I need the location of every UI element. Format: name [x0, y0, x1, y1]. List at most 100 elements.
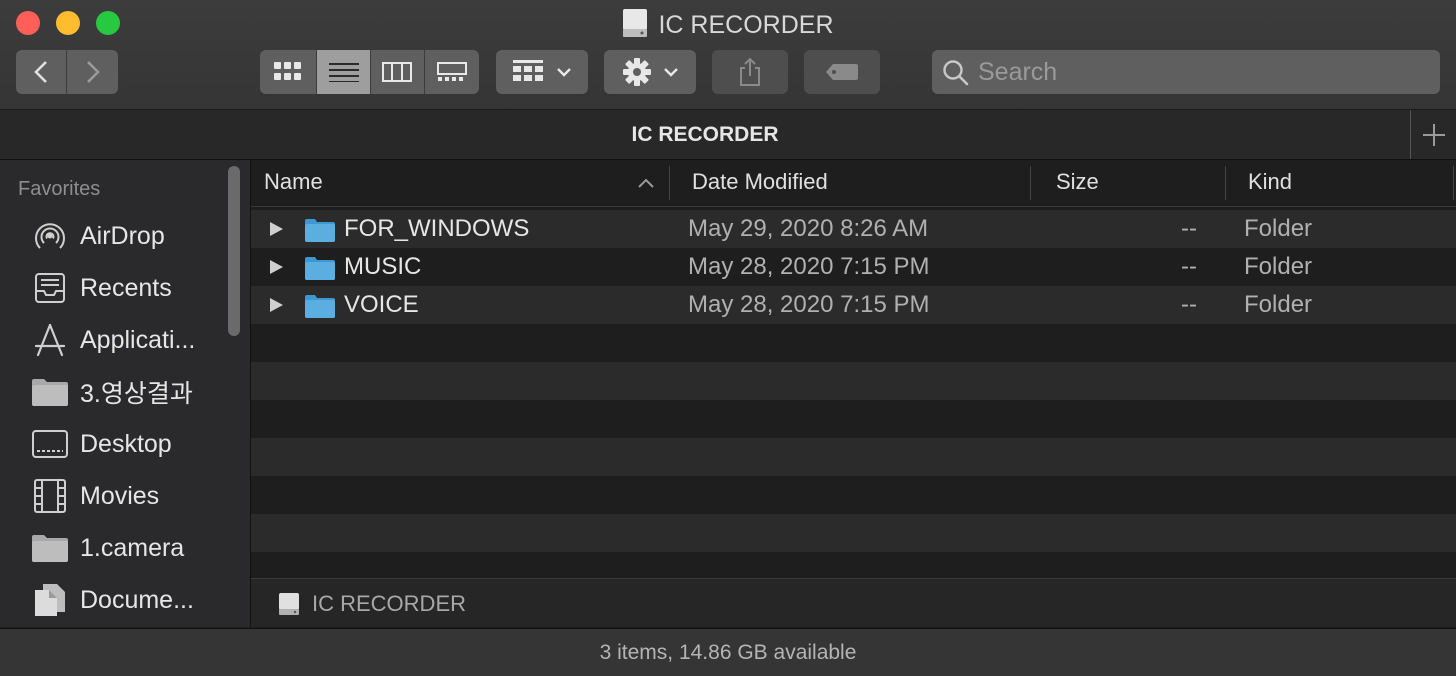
toolbar: IC RECORDER Search	[0, 0, 1456, 110]
movies-icon	[30, 476, 70, 516]
file-kind: Folder	[1244, 253, 1313, 280]
chevron-down-icon	[557, 68, 571, 77]
file-name: VOICE	[344, 291, 419, 318]
tag-button[interactable]	[804, 50, 880, 94]
sidebar-item-label: Recents	[80, 273, 172, 302]
table-row[interactable]: MUSIC May 28, 2020 7:15 PM -- Folder	[251, 248, 1456, 286]
empty-row	[251, 438, 1456, 476]
column-header-size[interactable]: Size	[1056, 160, 1099, 204]
file-size: --	[1181, 291, 1197, 318]
sidebar-item-label: Desktop	[80, 429, 172, 458]
sidebar-item-recents[interactable]: Recents	[30, 266, 220, 310]
chevron-left-icon	[34, 61, 47, 83]
file-list: Name Date Modified Size Kind FOR_WINDOWS…	[251, 160, 1456, 627]
file-kind: Folder	[1244, 215, 1313, 242]
search-placeholder: Search	[978, 58, 1058, 86]
sidebar-section-favorites: Favorites	[18, 178, 101, 200]
sidebar-item-label: Movies	[80, 481, 160, 510]
folder-icon	[305, 295, 335, 318]
sort-ascending-icon	[638, 178, 654, 188]
recents-icon	[30, 268, 70, 308]
gear-icon	[623, 58, 651, 86]
file-date: May 29, 2020 8:26 AM	[688, 215, 929, 242]
tab-bar: IC RECORDER	[0, 110, 1456, 160]
sidebar-item-desktop[interactable]: Desktop	[30, 422, 220, 466]
column-divider[interactable]	[669, 166, 670, 200]
column-divider[interactable]	[1030, 166, 1031, 200]
search-field[interactable]: Search	[932, 50, 1440, 94]
share-button[interactable]	[712, 50, 788, 94]
forward-button[interactable]	[67, 50, 118, 94]
column-header-date-modified[interactable]: Date Modified	[692, 160, 828, 204]
folder-icon	[305, 257, 335, 280]
folder-icon	[30, 372, 70, 412]
desktop-icon	[30, 424, 70, 464]
documents-icon	[30, 580, 70, 620]
column-view-button[interactable]	[371, 50, 425, 94]
chevron-down-icon	[664, 68, 678, 77]
window-title: IC RECORDER	[0, 8, 1456, 45]
icon-view-button[interactable]	[260, 50, 318, 94]
sidebar-scrollbar-thumb[interactable]	[228, 166, 240, 336]
sidebar-item-label: AirDrop	[80, 221, 165, 250]
column-header-name[interactable]: Name	[264, 160, 323, 204]
sidebar-item-label: 1.camera	[80, 533, 185, 562]
disclosure-triangle-icon[interactable]	[268, 297, 284, 313]
column-divider[interactable]	[1453, 166, 1454, 200]
finder-window: IC RECORDER Search IC RECORDER Favorites…	[0, 0, 1456, 676]
file-kind: Folder	[1244, 291, 1313, 318]
sidebar-item-airdrop[interactable]: AirDrop	[30, 214, 220, 258]
sidebar-item-folder-3[interactable]: 3.영상결과	[30, 370, 220, 414]
file-name: MUSIC	[344, 253, 422, 280]
group-grid-icon	[513, 60, 543, 81]
folder-icon	[30, 528, 70, 568]
column-divider[interactable]	[1225, 166, 1226, 200]
column-header-kind[interactable]: Kind	[1248, 160, 1292, 204]
external-disk-icon	[622, 8, 648, 45]
table-row[interactable]: VOICE May 28, 2020 7:15 PM -- Folder	[251, 286, 1456, 324]
file-date: May 28, 2020 7:15 PM	[688, 253, 930, 280]
airdrop-icon	[30, 216, 70, 256]
list-lines-icon	[328, 63, 359, 82]
sidebar-item-label: 3.영상결과	[80, 380, 193, 408]
empty-row	[251, 362, 1456, 400]
back-forward-control	[16, 50, 118, 94]
applications-icon	[30, 320, 70, 360]
view-mode-control	[260, 50, 479, 94]
tab-ic-recorder[interactable]: IC RECORDER	[0, 110, 1410, 159]
path-bar: IC RECORDER	[251, 578, 1456, 627]
empty-row	[251, 514, 1456, 552]
disclosure-triangle-icon[interactable]	[268, 221, 284, 237]
path-bar-item[interactable]: IC RECORDER	[312, 579, 466, 627]
back-button[interactable]	[16, 50, 67, 94]
plus-icon	[1423, 123, 1445, 146]
list-view-button[interactable]	[317, 50, 371, 94]
table-row[interactable]: FOR_WINDOWS May 29, 2020 8:26 AM -- Fold…	[251, 210, 1456, 248]
sidebar-item-documents[interactable]: Docume...	[30, 578, 220, 622]
external-disk-icon	[279, 593, 299, 615]
file-date: May 28, 2020 7:15 PM	[688, 291, 930, 318]
empty-row	[251, 324, 1456, 362]
column-header: Name Date Modified Size Kind	[251, 160, 1456, 207]
new-tab-button[interactable]	[1410, 110, 1456, 159]
icon-grid-icon	[274, 62, 302, 80]
empty-row	[251, 476, 1456, 514]
file-name: FOR_WINDOWS	[344, 215, 530, 242]
columns-icon	[382, 62, 413, 82]
sidebar-item-label: Applicati...	[80, 325, 196, 354]
gallery-view-button[interactable]	[425, 50, 479, 94]
gallery-icon	[436, 62, 467, 81]
sidebar-item-folder-camera[interactable]: 1.camera	[30, 526, 220, 570]
empty-row	[251, 400, 1456, 438]
disclosure-triangle-icon[interactable]	[268, 259, 284, 275]
action-menu-button[interactable]	[604, 50, 696, 94]
sidebar-item-movies[interactable]: Movies	[30, 474, 220, 518]
sidebar-scrollbar[interactable]	[226, 166, 242, 622]
file-size: --	[1181, 253, 1197, 280]
sidebar-item-label: Docume...	[80, 585, 194, 614]
search-icon	[943, 60, 969, 86]
folder-icon	[305, 219, 335, 242]
sidebar-item-applications[interactable]: Applicati...	[30, 318, 220, 362]
sidebar: Favorites AirDrop Recents Applicati... 3…	[0, 160, 251, 627]
group-by-button[interactable]	[496, 50, 588, 94]
